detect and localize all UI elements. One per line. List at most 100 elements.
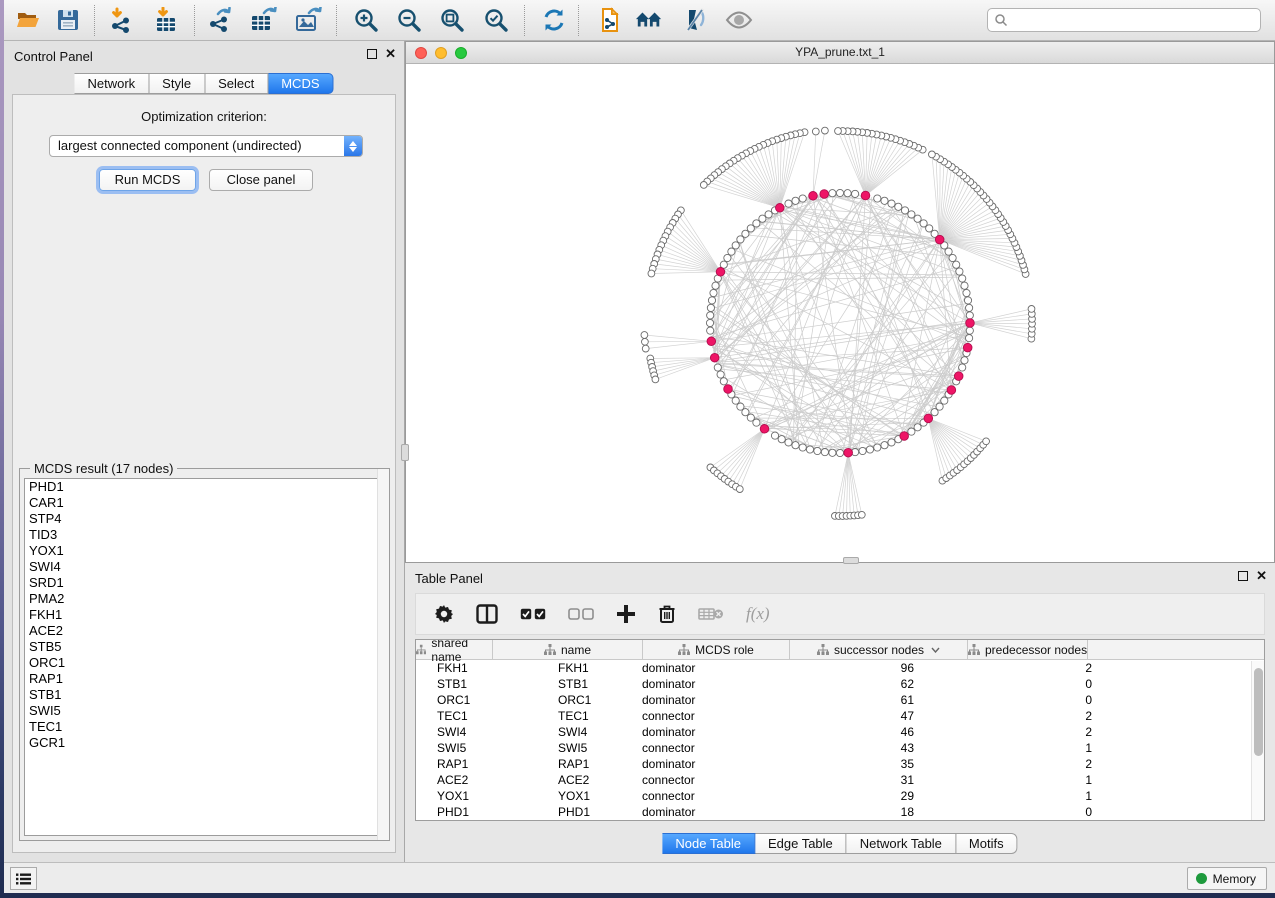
cell-name[interactable]: SWI5 [547,741,624,755]
mcds-result-item[interactable]: GCR1 [25,735,384,751]
cell-predecessor-nodes[interactable]: 0 [921,693,1099,707]
zoom-fit-icon[interactable] [438,6,466,34]
cell-successor-nodes[interactable]: 18 [774,805,921,819]
table-row[interactable]: YOX1 YOX1 connector 29 1 [416,788,1264,804]
cell-successor-nodes[interactable]: 62 [774,677,921,691]
import-network-icon[interactable] [108,6,136,34]
cell-successor-nodes[interactable]: 61 [774,693,921,707]
result-list-scrollbar[interactable] [377,469,389,840]
search-input[interactable] [1008,12,1260,28]
mcds-result-item[interactable]: STP4 [25,511,384,527]
cell-successor-nodes[interactable]: 35 [774,757,921,771]
select-all-rows-icon[interactable] [520,608,546,620]
network-graph[interactable] [406,65,1274,563]
table-row[interactable]: PHD1 PHD1 dominator 18 0 [416,804,1264,820]
cell-name[interactable]: TEC1 [547,709,624,723]
cell-shared-name[interactable]: ORC1 [416,693,547,707]
mcds-result-item[interactable]: YOX1 [25,543,384,559]
hide-graphics-details-icon[interactable] [680,6,708,34]
cell-successor-nodes[interactable]: 43 [774,741,921,755]
cell-mcds-role[interactable]: connector [624,709,774,723]
close-panel-icon[interactable]: ✕ [385,49,396,59]
mcds-result-item[interactable]: FKH1 [25,607,384,623]
cell-mcds-role[interactable]: dominator [624,661,774,675]
apply-function-icon[interactable]: f(x) [746,604,770,624]
cell-predecessor-nodes[interactable]: 2 [921,757,1099,771]
minimize-window-icon[interactable] [435,47,447,59]
export-network-icon[interactable] [207,6,235,34]
cell-name[interactable]: SWI4 [547,725,624,739]
export-table-icon[interactable] [250,6,278,34]
cell-predecessor-nodes[interactable]: 1 [921,773,1099,787]
cell-successor-nodes[interactable]: 29 [774,789,921,803]
zoom-out-icon[interactable] [395,6,423,34]
cell-shared-name[interactable]: ACE2 [416,773,547,787]
column-header[interactable]: successor nodes [790,640,968,659]
table-row[interactable]: STB1 STB1 dominator 62 0 [416,676,1264,692]
close-panel-icon[interactable]: ✕ [1256,571,1267,581]
cell-name[interactable]: RAP1 [547,757,624,771]
mcds-result-item[interactable]: ACE2 [25,623,384,639]
cell-name[interactable]: ACE2 [547,773,624,787]
table-row[interactable]: FKH1 FKH1 dominator 96 2 [416,660,1264,676]
mcds-result-list[interactable]: PHD1CAR1STP4TID3YOX1SWI4SRD1PMA2FKH1ACE2… [24,478,385,836]
clone-network-icon[interactable] [594,6,622,34]
mcds-result-item[interactable]: STB5 [25,639,384,655]
zoom-in-icon[interactable] [352,6,380,34]
float-window-icon[interactable] [1238,571,1248,581]
table-options-icon[interactable] [434,604,454,624]
close-window-icon[interactable] [415,47,427,59]
column-view-icon[interactable] [476,604,498,624]
cell-name[interactable]: PHD1 [547,805,624,819]
open-file-icon[interactable] [14,6,42,34]
cell-shared-name[interactable]: PHD1 [416,805,547,819]
network-canvas[interactable] [406,65,1274,562]
cell-successor-nodes[interactable]: 31 [774,773,921,787]
eye-icon[interactable] [725,6,753,34]
cell-predecessor-nodes[interactable]: 2 [921,661,1099,675]
mcds-result-item[interactable]: SRD1 [25,575,384,591]
control-panel-tab[interactable]: Select [205,73,268,94]
table-scrollbar[interactable] [1251,661,1264,820]
memory-button[interactable]: Memory [1187,867,1267,890]
cell-shared-name[interactable]: RAP1 [416,757,547,771]
zoom-selected-icon[interactable] [482,6,510,34]
cell-mcds-role[interactable]: dominator [624,757,774,771]
cell-shared-name[interactable]: YOX1 [416,789,547,803]
delete-table-icon[interactable] [698,607,724,621]
cell-name[interactable]: ORC1 [547,693,624,707]
import-table-icon[interactable] [152,6,180,34]
search-field[interactable] [987,8,1261,32]
cell-name[interactable]: YOX1 [547,789,624,803]
cell-predecessor-nodes[interactable]: 2 [921,709,1099,723]
delete-column-icon[interactable] [658,604,676,624]
cell-shared-name[interactable]: TEC1 [416,709,547,723]
close-panel-button[interactable]: Close panel [209,169,313,191]
float-window-icon[interactable] [367,49,377,59]
run-mcds-button[interactable]: Run MCDS [99,169,196,191]
table-row[interactable]: ACE2 ACE2 connector 31 1 [416,772,1264,788]
save-session-icon[interactable] [54,6,82,34]
control-panel-tab[interactable]: Network [74,73,149,94]
add-column-icon[interactable] [616,604,636,624]
cell-shared-name[interactable]: STB1 [416,677,547,691]
maximize-window-icon[interactable] [455,47,467,59]
cell-successor-nodes[interactable]: 46 [774,725,921,739]
column-header[interactable]: MCDS role [643,640,790,659]
table-scrollbar-thumb[interactable] [1254,668,1263,756]
export-image-icon[interactable] [295,6,323,34]
column-header[interactable]: predecessor nodes [968,640,1088,659]
network-frame-titlebar[interactable]: YPA_prune.txt_1 [406,42,1274,64]
table-row[interactable]: ORC1 ORC1 dominator 61 0 [416,692,1264,708]
table-row[interactable]: SWI4 SWI4 dominator 46 2 [416,724,1264,740]
table-tab[interactable]: Node Table [662,833,755,854]
mcds-result-item[interactable]: STB1 [25,687,384,703]
cell-mcds-role[interactable]: connector [624,773,774,787]
table-tab[interactable]: Motifs [956,833,1018,854]
control-panel-tab[interactable]: Style [149,73,205,94]
cell-mcds-role[interactable]: dominator [624,725,774,739]
mcds-result-item[interactable]: TID3 [25,527,384,543]
homes-icon[interactable] [635,6,663,34]
table-tab[interactable]: Network Table [847,833,956,854]
vertical-splitter-handle[interactable] [401,444,409,461]
